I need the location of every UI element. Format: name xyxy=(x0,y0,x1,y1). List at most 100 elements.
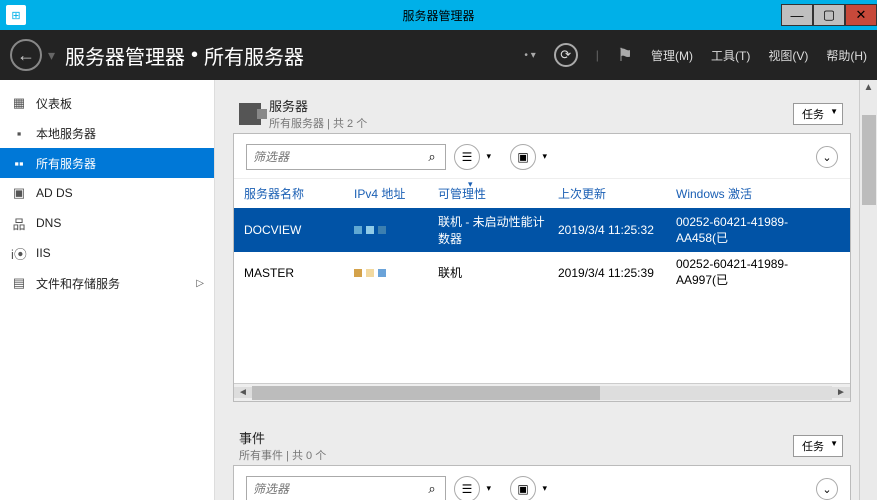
events-filter-row: ⌕ ☰ ▣ ⌄ xyxy=(234,466,850,500)
events-panel-subtitle: 所有事件 | 共 0 个 xyxy=(239,447,326,463)
cell-updated: 2019/3/4 11:25:39 xyxy=(558,266,676,280)
sidebar-item-all-servers[interactable]: ▪▪ 所有服务器 xyxy=(0,148,214,178)
breadcrumb-separator-icon: • xyxy=(191,44,198,67)
back-button[interactable]: ← xyxy=(10,39,42,71)
sidebar-item-iis[interactable]: i⦿ IIS xyxy=(0,238,214,268)
sidebar-item-label: 所有服务器 xyxy=(36,155,96,172)
col-ipv4[interactable]: IPv4 地址 xyxy=(354,185,438,202)
cell-activation: 00252-60421-41989-AA997(已 xyxy=(676,257,840,288)
save-options-button[interactable]: ▣ xyxy=(510,144,536,170)
events-panel: 事件 所有事件 | 共 0 个 任务 ⌕ ☰ ▣ ⌄ xyxy=(233,422,851,500)
sidebar-item-file-storage[interactable]: ▤ 文件和存储服务 ▷ xyxy=(0,268,214,298)
events-panel-header: 事件 所有事件 | 共 0 个 任务 xyxy=(233,422,851,465)
servers-panel: 服务器 所有服务器 | 共 2 个 任务 ⌕ ☰ ▣ ⌄ xyxy=(233,90,851,402)
servers-panel-subtitle: 所有服务器 | 共 2 个 xyxy=(269,115,367,131)
col-updated[interactable]: 上次更新 xyxy=(558,185,676,202)
notifications-flag-icon[interactable]: ⚑ xyxy=(617,45,633,66)
refresh-pipe: | xyxy=(596,48,599,62)
cell-name: DOCVIEW xyxy=(244,223,354,237)
servers-icon xyxy=(239,103,261,125)
main-area: ▦ 仪表板 ▪ 本地服务器 ▪▪ 所有服务器 ▣ AD DS 品 DNS i⦿ … xyxy=(0,80,877,500)
menu-manage[interactable]: 管理(M) xyxy=(651,47,693,64)
sort-indicator-icon: ▾ xyxy=(468,179,473,190)
servers-panel-header: 服务器 所有服务器 | 共 2 个 任务 xyxy=(233,90,851,133)
refresh-icon[interactable]: ⟳ xyxy=(554,43,578,67)
cell-ip xyxy=(354,226,438,234)
titlebar: ⊞ 服务器管理器 — ▢ ✕ xyxy=(0,0,877,30)
filter-options-button[interactable]: ☰ xyxy=(454,476,480,500)
scroll-left-icon[interactable]: ◄ xyxy=(234,387,252,398)
filter-options-button[interactable]: ☰ xyxy=(454,144,480,170)
forward-button[interactable]: ▾ xyxy=(48,47,55,64)
cell-updated: 2019/3/4 11:25:32 xyxy=(558,223,676,237)
servers-h-scrollbar[interactable]: ◄ ► xyxy=(234,383,850,401)
scroll-thumb[interactable] xyxy=(862,115,876,205)
search-icon[interactable]: ⌕ xyxy=(419,149,445,165)
maximize-button[interactable]: ▢ xyxy=(813,4,845,26)
breadcrumb-dropdown-icon[interactable]: • ▾ xyxy=(524,50,535,61)
dns-icon: 品 xyxy=(10,215,28,231)
events-filter-box: ⌕ xyxy=(246,476,446,500)
table-row[interactable]: DOCVIEW 联机 - 未启动性能计数器 2019/3/4 11:25:32 … xyxy=(234,208,850,252)
breadcrumb-page: 所有服务器 xyxy=(204,41,304,70)
all-servers-icon: ▪▪ xyxy=(10,155,28,171)
storage-icon: ▤ xyxy=(10,275,28,291)
cell-activation: 00252-60421-41989-AA458(已 xyxy=(676,215,840,246)
col-manage[interactable]: ▾可管理性 xyxy=(438,185,558,202)
sidebar-item-dns[interactable]: 品 DNS xyxy=(0,208,214,238)
servers-panel-title: 服务器 xyxy=(269,96,367,115)
menu-view[interactable]: 视图(V) xyxy=(768,47,808,64)
servers-table-header: 服务器名称 IPv4 地址 ▾可管理性 上次更新 Windows 激活 xyxy=(234,178,850,208)
servers-filter-row: ⌕ ☰ ▣ ⌄ xyxy=(234,134,850,178)
col-activation[interactable]: Windows 激活 xyxy=(676,185,840,202)
local-server-icon: ▪ xyxy=(10,125,28,141)
events-panel-body: ⌕ ☰ ▣ ⌄ 服务器名称 ID 严重性 源 日志 xyxy=(233,465,851,500)
menu-tools[interactable]: 工具(T) xyxy=(711,47,750,64)
adds-icon: ▣ xyxy=(10,185,28,201)
cell-manage: 联机 - 未启动性能计数器 xyxy=(438,213,558,247)
servers-tasks-button[interactable]: 任务 xyxy=(793,103,843,125)
scroll-up-icon[interactable]: ▲ xyxy=(860,80,877,95)
window-title: 服务器管理器 xyxy=(402,7,474,24)
events-filter-input[interactable] xyxy=(247,482,419,496)
sidebar-item-label: 文件和存储服务 xyxy=(36,275,120,292)
sidebar-item-label: IIS xyxy=(36,246,51,260)
iis-icon: i⦿ xyxy=(10,245,28,261)
collapse-toggle[interactable]: ⌄ xyxy=(816,478,838,500)
toolbar: ← ▾ 服务器管理器 • 所有服务器 • ▾ ⟳ | ⚑ 管理(M) 工具(T)… xyxy=(0,30,877,80)
save-options-button[interactable]: ▣ xyxy=(510,476,536,500)
scroll-right-icon[interactable]: ► xyxy=(832,387,850,398)
sidebar-item-label: AD DS xyxy=(36,186,73,200)
toolbar-right: • ▾ ⟳ | ⚑ 管理(M) 工具(T) 视图(V) 帮助(H) xyxy=(524,43,867,67)
close-button[interactable]: ✕ xyxy=(845,4,877,26)
sidebar-item-adds[interactable]: ▣ AD DS xyxy=(0,178,214,208)
content-area: 服务器 所有服务器 | 共 2 个 任务 ⌕ ☰ ▣ ⌄ xyxy=(215,80,877,500)
breadcrumb: 服务器管理器 • 所有服务器 xyxy=(65,41,304,70)
servers-panel-body: ⌕ ☰ ▣ ⌄ 服务器名称 IPv4 地址 ▾可管理性 上次更新 Windows… xyxy=(233,133,851,402)
search-icon[interactable]: ⌕ xyxy=(419,481,445,497)
minimize-button[interactable]: — xyxy=(781,4,813,26)
servers-filter-input[interactable] xyxy=(247,150,419,164)
sidebar-item-label: 仪表板 xyxy=(36,95,72,112)
sidebar: ▦ 仪表板 ▪ 本地服务器 ▪▪ 所有服务器 ▣ AD DS 品 DNS i⦿ … xyxy=(0,80,215,500)
events-panel-title: 事件 xyxy=(239,428,326,447)
sidebar-item-label: 本地服务器 xyxy=(36,125,96,142)
table-row[interactable]: MASTER 联机 2019/3/4 11:25:39 00252-60421-… xyxy=(234,252,850,293)
menu-help[interactable]: 帮助(H) xyxy=(826,47,867,64)
sidebar-item-dashboard[interactable]: ▦ 仪表板 xyxy=(0,88,214,118)
cell-ip xyxy=(354,269,438,277)
expand-icon: ▷ xyxy=(196,278,204,289)
window-buttons: — ▢ ✕ xyxy=(781,4,877,26)
col-server-name[interactable]: 服务器名称 xyxy=(244,185,354,202)
events-tasks-button[interactable]: 任务 xyxy=(793,435,843,457)
dashboard-icon: ▦ xyxy=(10,95,28,111)
sidebar-item-label: DNS xyxy=(36,216,61,230)
sidebar-item-local-server[interactable]: ▪ 本地服务器 xyxy=(0,118,214,148)
cell-name: MASTER xyxy=(244,266,354,280)
breadcrumb-root[interactable]: 服务器管理器 xyxy=(65,41,185,70)
collapse-toggle[interactable]: ⌄ xyxy=(816,146,838,168)
app-icon: ⊞ xyxy=(6,5,26,25)
servers-filter-box: ⌕ xyxy=(246,144,446,170)
content-v-scrollbar[interactable]: ▲ xyxy=(859,80,877,500)
cell-manage: 联机 xyxy=(438,264,558,281)
